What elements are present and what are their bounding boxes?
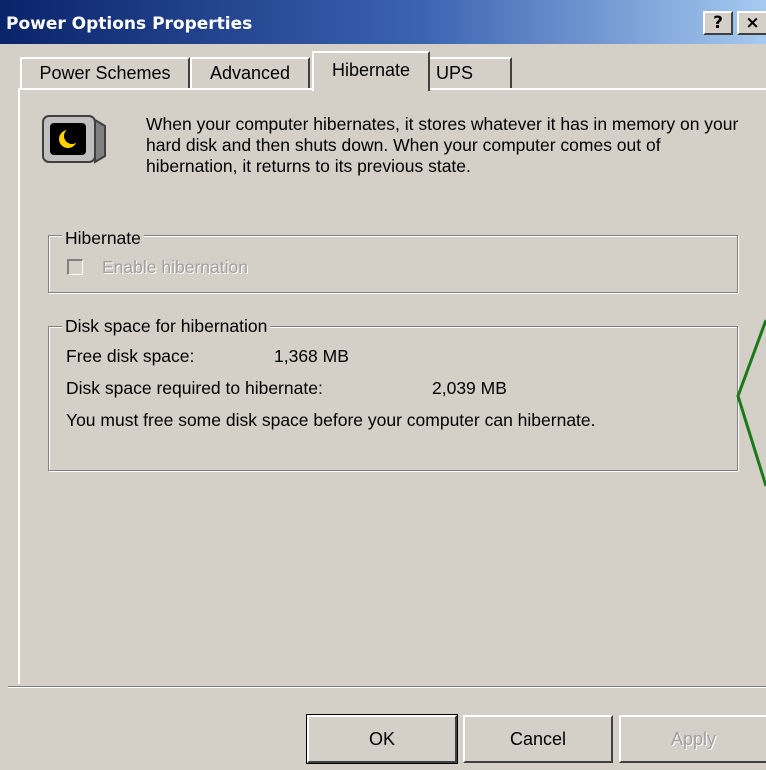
tab-label: Power Schemes xyxy=(39,63,171,83)
tab-ups[interactable]: UPS xyxy=(428,57,512,88)
tab-hibernate[interactable]: Hibernate xyxy=(312,51,430,91)
hibernate-description: When your computer hibernates, it stores… xyxy=(146,114,739,176)
annotation-chevron xyxy=(736,319,766,487)
ok-button[interactable]: OK xyxy=(306,714,458,764)
tab-label: UPS xyxy=(436,63,474,83)
required-disk-space-value: 2,039 MB xyxy=(432,378,507,398)
close-button[interactable]: × xyxy=(737,11,766,35)
hibernate-monitor-moon-icon xyxy=(42,115,106,164)
enable-hibernation-label: Enable hibernation xyxy=(102,257,248,277)
window-title: Power Options Properties xyxy=(6,14,253,34)
hibernate-group-title: Hibernate xyxy=(62,228,144,249)
tab-label: Advanced xyxy=(209,63,291,83)
button-separator xyxy=(8,686,766,688)
tab-advanced[interactable]: Advanced xyxy=(190,57,310,88)
apply-button[interactable]: Apply xyxy=(619,715,766,763)
help-button[interactable]: ? xyxy=(703,11,733,35)
cancel-button[interactable]: Cancel xyxy=(463,715,613,763)
title-bar[interactable]: Power Options Properties ? × xyxy=(0,0,766,44)
tab-label: Hibernate xyxy=(331,60,411,80)
required-disk-space-label: Disk space required to hibernate: xyxy=(66,378,323,398)
tab-power-schemes[interactable]: Power Schemes xyxy=(20,57,190,88)
free-disk-space-label: Free disk space: xyxy=(66,346,195,366)
disk-space-group-title: Disk space for hibernation xyxy=(62,316,271,337)
free-disk-space-value: 1,368 MB xyxy=(274,346,349,366)
free-space-warning: You must free some disk space before you… xyxy=(66,410,596,430)
enable-hibernation-checkbox[interactable] xyxy=(67,259,83,275)
